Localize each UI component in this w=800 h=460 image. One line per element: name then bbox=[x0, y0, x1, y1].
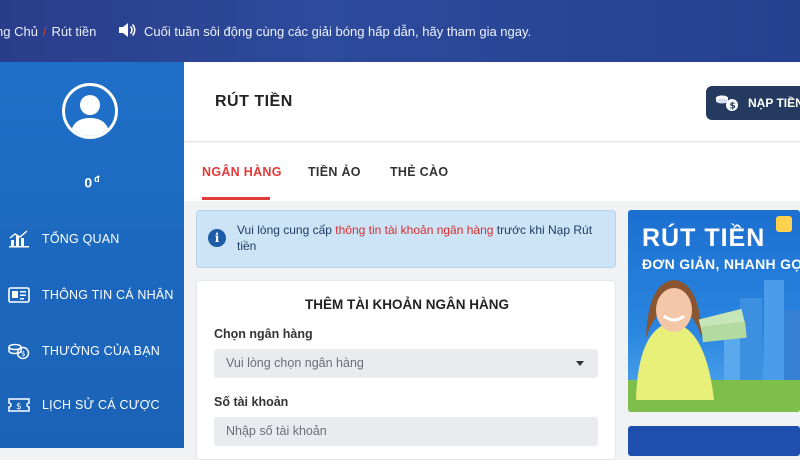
svg-text:$: $ bbox=[16, 402, 22, 412]
deposit-button-label: NẠP TIỀN bbox=[748, 96, 800, 110]
bank-select[interactable]: Vui lòng chọn ngân hàng bbox=[214, 349, 598, 378]
notice-bar: Cuối tuần sôi động cùng các giải bóng hấ… bbox=[118, 22, 531, 41]
sidebar-item-bet-history[interactable]: $ LỊCH SỬ CÁ CƯỢC bbox=[8, 396, 160, 414]
tab-card[interactable]: THẺ CÀO bbox=[390, 165, 448, 179]
sidebar-item-label: THƯỞNG CỦA BẠN bbox=[42, 344, 160, 358]
breadcrumb-current: Rút tiền bbox=[51, 24, 97, 39]
breadcrumb-separator: / bbox=[42, 24, 47, 39]
balance-currency: đ bbox=[94, 174, 100, 184]
sidebar-item-label: THÔNG TIN CÁ NHÂN bbox=[42, 288, 174, 302]
deposit-button[interactable]: $ NẠP TIỀN bbox=[706, 86, 800, 120]
avatar[interactable] bbox=[62, 83, 118, 139]
info-text-highlight[interactable]: thông tin tài khoản ngân hàng bbox=[335, 223, 493, 237]
tab-bar: NGÂN HÀNG TIỀN ẢO THẺ CÀO bbox=[184, 143, 800, 201]
sidebar-item-label: TỔNG QUAN bbox=[42, 232, 120, 246]
bank-select-value: Vui lòng chọn ngân hàng bbox=[226, 356, 364, 370]
balance: 0đ bbox=[0, 174, 184, 191]
chevron-down-icon bbox=[576, 361, 584, 366]
svg-text:$: $ bbox=[21, 350, 26, 358]
coins-icon: $ bbox=[8, 343, 30, 360]
svg-text:$: $ bbox=[730, 102, 736, 112]
info-text-prefix: Vui lòng cung cấp bbox=[237, 223, 336, 237]
account-number-label: Số tài khoản bbox=[214, 395, 289, 409]
tab-bank[interactable]: NGÂN HÀNG bbox=[202, 165, 282, 179]
banner-title: RÚT TIỀN bbox=[642, 224, 766, 252]
account-number-input[interactable]: Nhập số tài khoản bbox=[214, 417, 598, 446]
speaker-icon bbox=[118, 22, 136, 41]
info-icon: i bbox=[208, 229, 226, 247]
promo-banner-secondary[interactable] bbox=[628, 426, 800, 456]
info-text: Vui lòng cung cấp thông tin tài khoản ng… bbox=[237, 222, 597, 254]
add-bank-account-form: THÊM TÀI KHOẢN NGÂN HÀNG Chọn ngân hàng … bbox=[196, 280, 616, 460]
breadcrumb-home[interactable]: ng Chủ bbox=[0, 24, 38, 39]
page-header: RÚT TIỀN $ NẠP TIỀN bbox=[184, 62, 800, 142]
user-icon bbox=[70, 95, 110, 136]
breadcrumb: ng Chủ / Rút tiền bbox=[0, 24, 96, 39]
id-card-icon bbox=[8, 287, 30, 303]
top-bar: ng Chủ / Rút tiền Cuối tuần sôi động cùng … bbox=[0, 0, 800, 62]
promo-banner[interactable]: RÚT TIỀN ĐƠN GIẢN, NHANH GỌN bbox=[628, 210, 800, 412]
tab-crypto[interactable]: TIỀN ẢO bbox=[308, 165, 361, 179]
ticket-icon: $ bbox=[8, 398, 30, 412]
balance-amount: 0 bbox=[84, 174, 93, 191]
sidebar-item-profile[interactable]: THÔNG TIN CÁ NHÂN bbox=[8, 286, 174, 304]
active-tab-indicator bbox=[202, 197, 270, 200]
chart-icon bbox=[9, 230, 29, 248]
sidebar-item-overview[interactable]: TỔNG QUAN bbox=[8, 230, 120, 248]
page-title: RÚT TIỀN bbox=[215, 93, 293, 110]
bank-select-label: Chọn ngân hàng bbox=[214, 327, 313, 341]
notice-text: Cuối tuần sôi động cùng các giải bóng hấ… bbox=[144, 24, 532, 39]
sidebar-item-rewards[interactable]: $ THƯỞNG CỦA BẠN bbox=[8, 342, 160, 360]
sidebar-item-label: LỊCH SỬ CÁ CƯỢC bbox=[42, 398, 160, 412]
sidebar: 0đ TỔNG QUAN THÔNG TIN CÁ NHÂN $ THƯỞNG … bbox=[0, 62, 184, 448]
money-icon: $ bbox=[716, 95, 738, 112]
banner-subtitle: ĐƠN GIẢN, NHANH GỌN bbox=[642, 256, 800, 272]
account-number-placeholder: Nhập số tài khoản bbox=[226, 424, 327, 438]
form-title: THÊM TÀI KHOẢN NGÂN HÀNG bbox=[305, 297, 509, 312]
info-alert: i Vui lòng cung cấp thông tin tài khoản … bbox=[196, 210, 616, 268]
main-content: RÚT TIỀN $ NẠP TIỀN NGÂN HÀNG TIỀN ẢO TH… bbox=[184, 62, 800, 460]
